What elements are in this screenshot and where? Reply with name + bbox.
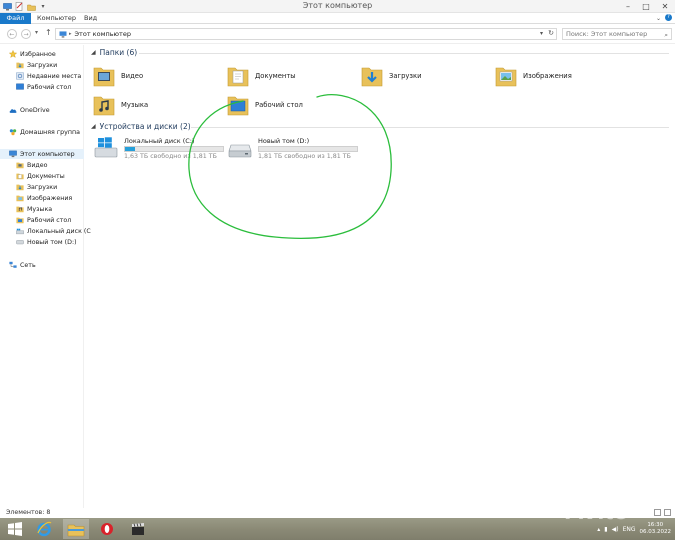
nav-item-label: Рабочий стол [27, 83, 72, 91]
nav-item-pictures[interactable]: Изображения [16, 193, 72, 203]
videos-folder-icon [16, 161, 24, 169]
nav-item-recent-places[interactable]: Недавние места [16, 71, 81, 81]
music-folder-icon [16, 205, 24, 213]
clock[interactable]: 16:30 06.03.2022 [640, 522, 672, 536]
view-toggles [654, 509, 671, 516]
navigation-pane: Избранное Загрузки Недавние места Рабочи… [0, 45, 91, 508]
maximize-button[interactable]: □ [637, 0, 655, 13]
address-toolbar: ← → ▾ ↑ ▸ Этот компьютер ▾ ↻ Поиск: Этот… [0, 24, 675, 44]
nav-network[interactable]: Сеть [9, 260, 36, 270]
language-indicator[interactable]: ENG [623, 526, 636, 533]
nav-item-label: Загрузки [27, 61, 58, 69]
window-title: Этот компьютер [302, 1, 373, 10]
tab-computer[interactable]: Компьютер [31, 13, 82, 24]
item-count: Элементов: 8 [6, 509, 51, 516]
nav-item-videos[interactable]: Видео [16, 160, 48, 170]
windows-logo-icon [8, 522, 22, 536]
clock-date: 06.03.2022 [639, 529, 672, 535]
tab-view[interactable]: Вид [78, 13, 103, 24]
explorer-window: ▾ Этот компьютер – □ ✕ Файл Компьютер Ви… [0, 0, 675, 540]
recent-places-icon [16, 72, 24, 80]
nav-item-documents[interactable]: Документы [16, 171, 65, 181]
forward-button[interactable]: → [21, 29, 31, 39]
clapperboard-icon [132, 522, 144, 535]
nav-item-downloads-pc[interactable]: Загрузки [16, 182, 57, 192]
computer-icon [59, 30, 67, 38]
taskbar-opera[interactable] [96, 519, 118, 539]
tab-file[interactable]: Файл [0, 13, 31, 24]
content-pane: ◢ Папки (6) Видео Документы Загрузки Изо… [85, 45, 675, 508]
avito-watermark: Avito [565, 495, 630, 525]
nav-favorites-label: Избранное [20, 50, 56, 58]
nav-network-label: Сеть [20, 261, 36, 269]
taskbar-explorer[interactable] [63, 519, 89, 539]
network-icon [9, 261, 17, 269]
nav-item-label: Изображения [27, 194, 73, 202]
documents-folder-icon [16, 172, 24, 180]
desktop-folder-icon [16, 216, 24, 224]
network-status-icon[interactable]: ▮ [604, 526, 607, 533]
drive-icon [16, 238, 24, 246]
nav-onedrive[interactable]: OneDrive [9, 105, 50, 115]
taskbar-ie[interactable] [33, 519, 55, 539]
nav-this-pc[interactable]: Этот компьютер [0, 149, 84, 159]
clock-time: 16:30 [647, 522, 664, 528]
minimize-button[interactable]: – [619, 0, 637, 13]
taskbar-media-app[interactable] [127, 519, 149, 539]
back-button[interactable]: ← [7, 29, 17, 39]
nav-item-desktop-pc[interactable]: Рабочий стол [16, 215, 71, 225]
nav-item-label: Документы [27, 172, 65, 180]
nav-item-drive-c[interactable]: Локальный диск (C [16, 226, 91, 236]
large-icons-view-icon[interactable] [664, 509, 671, 516]
nav-homegroup-label: Домашняя группа [20, 128, 80, 136]
nav-this-pc-label: Этот компьютер [20, 150, 75, 158]
close-button[interactable]: ✕ [656, 0, 674, 13]
nav-onedrive-label: OneDrive [20, 106, 50, 114]
internet-explorer-icon [37, 521, 52, 537]
opera-icon [101, 523, 113, 535]
nav-item-music[interactable]: Музыка [16, 204, 52, 214]
nav-item-label: Недавние места [27, 72, 82, 80]
nav-item-label: Рабочий стол [27, 216, 72, 224]
help-icon[interactable]: ? [665, 14, 672, 21]
nav-item-label: Музыка [27, 205, 53, 213]
desktop-icon [16, 83, 24, 91]
search-input[interactable]: Поиск: Этот компьютер ⌕ [562, 28, 672, 40]
expand-ribbon-icon[interactable]: ⌄ [656, 15, 661, 22]
address-field[interactable]: ▸ Этот компьютер ▾ ↻ [55, 28, 557, 40]
nav-item-downloads[interactable]: Загрузки [16, 60, 57, 70]
title-bar: ▾ Этот компьютер – □ ✕ [0, 0, 675, 13]
nav-item-label: Видео [27, 161, 48, 169]
annotation-circle [188, 94, 392, 240]
address-dropdown-icon[interactable]: ▾ [540, 30, 543, 37]
search-placeholder: Поиск: Этот компьютер [566, 30, 648, 38]
windows-drive-icon [16, 227, 24, 235]
nav-item-label: Новый том (D:) [27, 238, 77, 246]
recent-locations-icon[interactable]: ▾ [35, 29, 38, 36]
pictures-folder-icon [16, 194, 24, 202]
star-icon [9, 50, 17, 58]
search-icon[interactable]: ⌕ [664, 30, 668, 40]
start-button[interactable] [4, 519, 26, 539]
downloads-folder-icon [16, 61, 24, 69]
details-view-icon[interactable] [654, 509, 661, 516]
nav-item-label: Загрузки [27, 183, 58, 191]
nav-favorites[interactable]: Избранное [9, 49, 56, 59]
computer-icon [9, 150, 17, 158]
refresh-icon[interactable]: ↻ [548, 29, 554, 37]
ribbon-tabs: Файл Компьютер Вид ⌄ ? [0, 13, 675, 24]
cloud-icon [9, 106, 17, 114]
homegroup-icon [9, 128, 17, 136]
downloads-folder-icon [16, 183, 24, 191]
up-button[interactable]: ↑ [45, 28, 52, 37]
tray-arrow-icon[interactable]: ▴ [597, 526, 600, 533]
breadcrumb-chevron-icon[interactable]: ▸ [69, 31, 72, 37]
nav-homegroup[interactable]: Домашняя группа [9, 127, 80, 137]
nav-item-desktop[interactable]: Рабочий стол [16, 82, 71, 92]
nav-item-label: Локальный диск (C [27, 227, 91, 235]
nav-item-drive-d[interactable]: Новый том (D:) [16, 237, 77, 247]
file-explorer-icon [67, 524, 85, 536]
volume-icon[interactable]: ◀) [612, 526, 619, 533]
breadcrumb-this-pc[interactable]: Этот компьютер [75, 30, 131, 38]
